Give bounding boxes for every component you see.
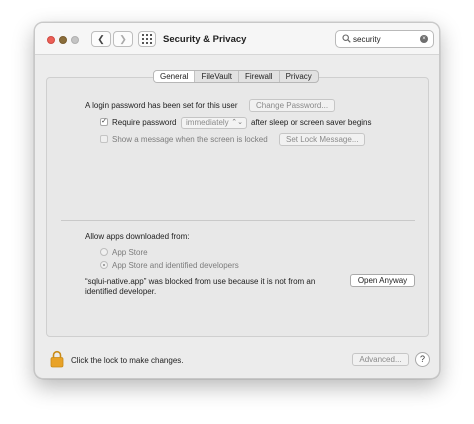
- title-bar: ❮ ❯ Security & Privacy ×: [35, 23, 439, 55]
- require-password-checkbox[interactable]: ✓: [100, 118, 108, 126]
- window-title: Security & Privacy: [163, 34, 247, 45]
- blocked-message-line2: identified developer.: [85, 287, 157, 296]
- tab-general[interactable]: General: [154, 71, 196, 82]
- help-button[interactable]: ?: [415, 352, 430, 367]
- chevron-left-icon: ❮: [97, 33, 105, 44]
- advanced-button[interactable]: Advanced...: [352, 353, 409, 366]
- app-store-identified-label: App Store and identified developers: [112, 261, 239, 270]
- app-store-radio[interactable]: [100, 248, 108, 256]
- set-lock-message-button[interactable]: Set Lock Message...: [279, 133, 365, 146]
- clear-search-icon[interactable]: ×: [420, 35, 428, 43]
- after-sleep-text: after sleep or screen saver begins: [251, 118, 372, 127]
- open-anyway-button[interactable]: Open Anyway: [350, 274, 415, 287]
- require-password-value: immediately: [186, 118, 229, 127]
- forward-button[interactable]: ❯: [113, 31, 133, 47]
- lock-button[interactable]: [50, 350, 64, 370]
- back-button[interactable]: ❮: [91, 31, 111, 47]
- grid-icon: [142, 34, 152, 44]
- minimize-window-button[interactable]: [59, 36, 67, 44]
- close-window-button[interactable]: [47, 36, 55, 44]
- lock-text: Click the lock to make changes.: [71, 356, 184, 365]
- app-store-label: App Store: [112, 248, 148, 257]
- show-message-label: Show a message when the screen is locked: [112, 135, 268, 144]
- section-divider: [61, 220, 415, 221]
- change-password-button[interactable]: Change Password...: [249, 99, 335, 112]
- chevron-right-icon: ❯: [119, 33, 127, 44]
- select-arrows-icon: ⌃⌄: [231, 119, 243, 126]
- search-icon: [342, 34, 351, 43]
- blocked-message-line1: “sqlui-native.app” was blocked from use …: [85, 277, 316, 286]
- login-password-text: A login password has been set for this u…: [85, 101, 238, 110]
- show-all-button[interactable]: [138, 31, 156, 47]
- zoom-window-button[interactable]: [71, 36, 79, 44]
- require-password-select[interactable]: immediately ⌃⌄: [181, 117, 247, 129]
- lock-icon: [50, 350, 64, 368]
- tab-filevault[interactable]: FileVault: [195, 71, 239, 82]
- tab-bar: General FileVault Firewall Privacy: [153, 70, 319, 83]
- general-panel: A login password has been set for this u…: [46, 77, 429, 337]
- tab-privacy[interactable]: Privacy: [280, 71, 318, 82]
- search-field[interactable]: ×: [335, 30, 434, 48]
- show-message-checkbox[interactable]: [100, 135, 108, 143]
- allow-apps-heading: Allow apps downloaded from:: [85, 232, 190, 241]
- preferences-window: ❮ ❯ Security & Privacy × General: [34, 22, 440, 379]
- tab-firewall[interactable]: Firewall: [239, 71, 280, 82]
- search-input[interactable]: [353, 33, 415, 45]
- require-password-label: Require password: [112, 118, 177, 127]
- app-store-identified-radio[interactable]: [100, 261, 108, 269]
